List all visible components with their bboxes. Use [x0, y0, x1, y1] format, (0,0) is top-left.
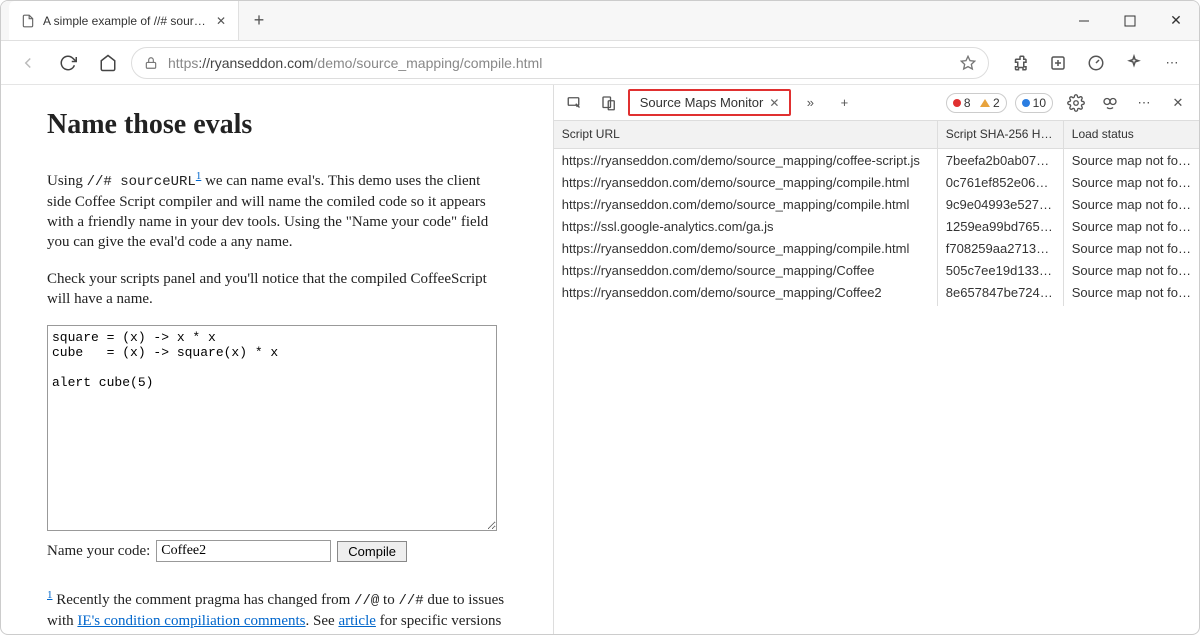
more-menu-icon[interactable]: ⋯ [1155, 46, 1189, 80]
table-body: https://ryanseddon.com/demo/source_mappi… [554, 149, 1199, 303]
home-button[interactable] [91, 46, 125, 80]
article-link[interactable]: article [338, 613, 375, 629]
code-name-input[interactable] [156, 540, 331, 562]
minimize-button[interactable] [1061, 1, 1107, 41]
address-bar-row: https://ryanseddon.com/demo/source_mappi… [1, 41, 1199, 85]
favorite-icon[interactable] [960, 55, 976, 71]
cell-sha: 8e657847be724c7… [938, 279, 1064, 306]
col-load-status[interactable]: Load status [1064, 121, 1199, 148]
cell-status: Source map not fo… [1064, 279, 1199, 306]
sparkle-icon[interactable] [1117, 46, 1151, 80]
paragraph-2: Check your scripts panel and you'll noti… [47, 269, 507, 310]
page-icon [21, 14, 35, 28]
more-tabs-icon[interactable]: » [795, 88, 825, 118]
lock-icon [144, 56, 158, 70]
devtools-tab-bar: Source Maps Monitor ✕ » + 8 2 10 ⋯ ✕ [554, 85, 1199, 121]
add-tab-icon[interactable]: + [829, 88, 859, 118]
performance-icon[interactable] [1079, 46, 1113, 80]
feedback-icon[interactable] [1095, 88, 1125, 118]
maximize-button[interactable] [1107, 1, 1153, 41]
table-header: Script URL Script SHA-256 Ha… Load statu… [554, 121, 1199, 149]
paragraph-1: Using //# sourceURL1 we can name eval's.… [47, 169, 507, 253]
table-row[interactable]: https://ryanseddon.com/demo/source_mappi… [554, 281, 1199, 303]
col-script-url[interactable]: Script URL [554, 121, 938, 148]
footnote: 1 Recently the comment pragma has change… [47, 588, 507, 634]
browser-tab[interactable]: A simple example of //# sourceU ✕ [9, 1, 239, 40]
device-icon[interactable] [594, 88, 624, 118]
ie-comments-link[interactable]: IE's condition compiliation comments [77, 613, 305, 629]
titlebar: A simple example of //# sourceU ✕ + ✕ [1, 1, 1199, 41]
devtools-more-icon[interactable]: ⋯ [1129, 88, 1159, 118]
inspect-icon[interactable] [560, 88, 590, 118]
new-tab-button[interactable]: + [239, 1, 279, 40]
url-text: https://ryanseddon.com/demo/source_mappi… [168, 55, 542, 71]
compile-button[interactable]: Compile [337, 541, 407, 562]
back-button[interactable] [11, 46, 45, 80]
errors-badge[interactable]: 8 2 [946, 93, 1007, 113]
web-page: Name those evals Using //# sourceURL1 we… [1, 85, 553, 634]
close-tab-icon[interactable]: ✕ [769, 96, 779, 110]
close-window-button[interactable]: ✕ [1153, 1, 1199, 41]
window-controls: ✕ [1061, 1, 1199, 40]
source-maps-monitor-tab[interactable]: Source Maps Monitor ✕ [628, 89, 792, 116]
code-textarea[interactable] [47, 325, 497, 531]
refresh-button[interactable] [51, 46, 85, 80]
content-area: Name those evals Using //# sourceURL1 we… [1, 85, 1199, 634]
info-badge[interactable]: 10 [1015, 93, 1053, 113]
page-heading: Name those evals [47, 109, 507, 141]
col-sha[interactable]: Script SHA-256 Ha… [938, 121, 1064, 148]
collections-icon[interactable] [1041, 46, 1075, 80]
extensions-icon[interactable] [1003, 46, 1037, 80]
devtools-close-icon[interactable]: ✕ [1163, 88, 1193, 118]
address-bar[interactable]: https://ryanseddon.com/demo/source_mappi… [131, 47, 989, 79]
tab-title: A simple example of //# sourceU [43, 14, 208, 28]
devtools-panel: Source Maps Monitor ✕ » + 8 2 10 ⋯ ✕ Scr… [553, 85, 1199, 634]
cell-url: https://ryanseddon.com/demo/source_mappi… [554, 279, 938, 306]
settings-icon[interactable] [1061, 88, 1091, 118]
browser-window: A simple example of //# sourceU ✕ + ✕ ht… [0, 0, 1200, 635]
close-tab-icon[interactable]: ✕ [216, 14, 226, 28]
name-label: Name your code: [47, 543, 150, 560]
